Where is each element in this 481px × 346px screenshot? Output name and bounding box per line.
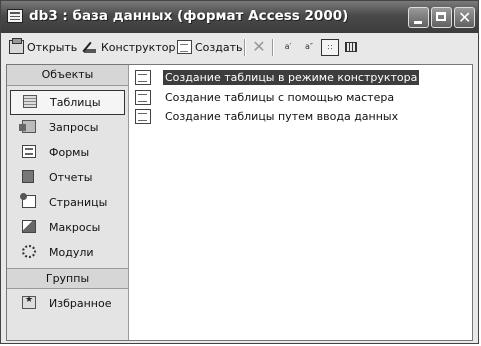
object-label: Модули bbox=[49, 246, 94, 259]
query-icon bbox=[19, 120, 36, 133]
page-icon bbox=[20, 193, 36, 208]
design-icon bbox=[83, 40, 98, 54]
database-pane: Объекты Таблицы Запросы Формы Отчеты Стр… bbox=[6, 64, 473, 341]
object-label: Страницы bbox=[49, 196, 108, 209]
list-view-button[interactable]: ∷ bbox=[321, 39, 339, 56]
minimize-button[interactable] bbox=[408, 7, 429, 28]
object-reports[interactable]: Отчеты bbox=[7, 165, 128, 190]
objects-header[interactable]: Объекты bbox=[7, 65, 128, 86]
object-label: Формы bbox=[49, 146, 90, 159]
object-pages[interactable]: Страницы bbox=[7, 190, 128, 215]
shortcut-label: Создание таблицы в режиме конструктора bbox=[163, 69, 420, 85]
macro-icon bbox=[22, 220, 36, 233]
close-icon: ✕ bbox=[458, 8, 472, 27]
datasheet-shortcut-icon bbox=[135, 108, 151, 124]
object-label: Отчеты bbox=[49, 171, 93, 184]
delete-icon[interactable]: ✕ bbox=[252, 39, 266, 55]
details-view-button[interactable] bbox=[342, 39, 360, 56]
title-bar[interactable]: db3 : база данных (формат Access 2000) ✕ bbox=[1, 1, 478, 33]
shortcut-label: Создание таблицы с помощью мастера bbox=[165, 90, 395, 104]
report-icon bbox=[22, 170, 34, 183]
window-title: db3 : база данных (формат Access 2000) bbox=[29, 8, 349, 24]
object-tables[interactable]: Таблицы bbox=[10, 90, 125, 115]
object-label: Таблицы bbox=[50, 96, 101, 109]
database-window: db3 : база данных (формат Access 2000) ✕… bbox=[0, 0, 479, 344]
shortcut-create-design[interactable]: Создание таблицы в режиме конструктора bbox=[135, 68, 420, 86]
object-label: Макросы bbox=[49, 221, 101, 234]
design-shortcut-icon bbox=[135, 69, 151, 85]
form-icon bbox=[22, 145, 36, 158]
module-icon bbox=[22, 245, 36, 258]
new-icon bbox=[177, 40, 192, 54]
close-button[interactable]: ✕ bbox=[454, 7, 475, 28]
design-label: Конструктор bbox=[101, 40, 176, 54]
small-icons-view-button[interactable]: a″ bbox=[300, 39, 318, 56]
wizard-shortcut-icon bbox=[135, 89, 151, 105]
object-modules[interactable]: Модули bbox=[7, 240, 128, 265]
toolbar-separator bbox=[244, 39, 246, 56]
objects-bar: Объекты Таблицы Запросы Формы Отчеты Стр… bbox=[7, 65, 129, 340]
toolbar-separator bbox=[272, 39, 274, 56]
table-icon bbox=[23, 95, 37, 108]
new-button[interactable]: Создать bbox=[177, 37, 243, 57]
object-macros[interactable]: Макросы bbox=[7, 215, 128, 240]
open-button[interactable]: Открыть bbox=[9, 37, 77, 57]
open-label: Открыть bbox=[27, 40, 78, 54]
open-icon bbox=[9, 38, 24, 54]
design-button[interactable]: Конструктор bbox=[83, 37, 175, 57]
group-label: Избранное bbox=[49, 297, 112, 310]
shortcut-create-wizard[interactable]: Создание таблицы с помощью мастера bbox=[135, 88, 396, 106]
database-app-icon[interactable] bbox=[7, 9, 23, 23]
shortcut-create-datasheet[interactable]: Создание таблицы путем ввода данных bbox=[135, 107, 400, 125]
groups-header[interactable]: Группы bbox=[7, 268, 128, 289]
object-queries[interactable]: Запросы bbox=[7, 115, 128, 140]
group-favorites[interactable]: Избранное bbox=[7, 291, 128, 316]
large-icons-view-button[interactable]: a′ bbox=[279, 39, 297, 56]
details-grid-icon bbox=[345, 42, 357, 52]
database-toolbar: Открыть Конструктор Создать ✕ a′ a″ ∷ bbox=[3, 34, 476, 61]
shortcut-label: Создание таблицы путем ввода данных bbox=[165, 109, 399, 123]
object-label: Запросы bbox=[49, 121, 99, 134]
new-label: Создать bbox=[195, 40, 243, 54]
maximize-button[interactable] bbox=[431, 7, 452, 28]
object-forms[interactable]: Формы bbox=[7, 140, 128, 165]
favorites-icon bbox=[22, 295, 36, 309]
